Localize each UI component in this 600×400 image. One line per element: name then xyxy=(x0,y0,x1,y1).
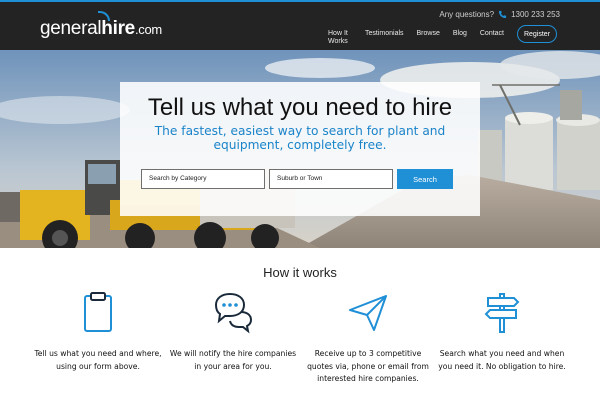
logo-text-com: .com xyxy=(134,22,162,37)
logo-text-hire: hire xyxy=(101,18,135,39)
phone-icon xyxy=(498,10,507,19)
category-search-input[interactable]: Search by Category xyxy=(141,169,265,189)
signpost-icon xyxy=(484,293,520,333)
logo-text-general: general xyxy=(40,18,102,39)
nav-how-it-works[interactable]: How It Works xyxy=(328,30,352,46)
logo-arc-icon xyxy=(98,11,110,21)
step-receive-quotes: Receive up to 3 competitive quotes via, … xyxy=(303,290,433,386)
step-search: Search what you need and when you need i… xyxy=(437,290,567,373)
clipboard-icon xyxy=(84,292,112,332)
search-button[interactable]: Search xyxy=(397,169,453,189)
hero-subtitle: The fastest, easiest way to search for p… xyxy=(154,124,446,152)
step-tell-us: Tell us what you need and where, using o… xyxy=(33,290,163,373)
chat-icon xyxy=(214,292,253,334)
contact-question: Any questions? xyxy=(439,10,495,19)
phone-number[interactable]: 1300 233 253 xyxy=(511,10,560,19)
step-description: Receive up to 3 competitive quotes via, … xyxy=(307,349,429,383)
nav-blog[interactable]: Blog xyxy=(453,30,467,38)
register-button[interactable]: Register xyxy=(517,25,557,43)
hero-banner: Tell us what you need to hire The fastes… xyxy=(0,50,600,248)
site-header: generalhire.com Any questions? 1300 233 … xyxy=(0,0,600,50)
step-notify: We will notify the hire companies in you… xyxy=(168,290,298,373)
main-nav: How It Works Testimonials Browse Blog Co… xyxy=(328,30,517,46)
site-logo[interactable]: generalhire.com xyxy=(40,11,162,40)
step-description: We will notify the hire companies in you… xyxy=(169,349,297,371)
nav-browse[interactable]: Browse xyxy=(417,30,440,38)
how-it-works-title: How it works xyxy=(263,265,337,280)
nav-testimonials[interactable]: Testimonials xyxy=(365,30,404,38)
suburb-input[interactable]: Suburb or Town xyxy=(269,169,393,189)
search-panel: Tell us what you need to hire The fastes… xyxy=(120,82,480,216)
contact-info: Any questions? 1300 233 253 xyxy=(439,10,560,19)
hero-title: Tell us what you need to hire xyxy=(147,94,453,121)
nav-contact[interactable]: Contact xyxy=(480,30,504,38)
step-description: Search what you need and when you need i… xyxy=(438,349,566,371)
step-description: Tell us what you need and where, using o… xyxy=(34,349,162,371)
paper-plane-icon xyxy=(349,295,387,331)
